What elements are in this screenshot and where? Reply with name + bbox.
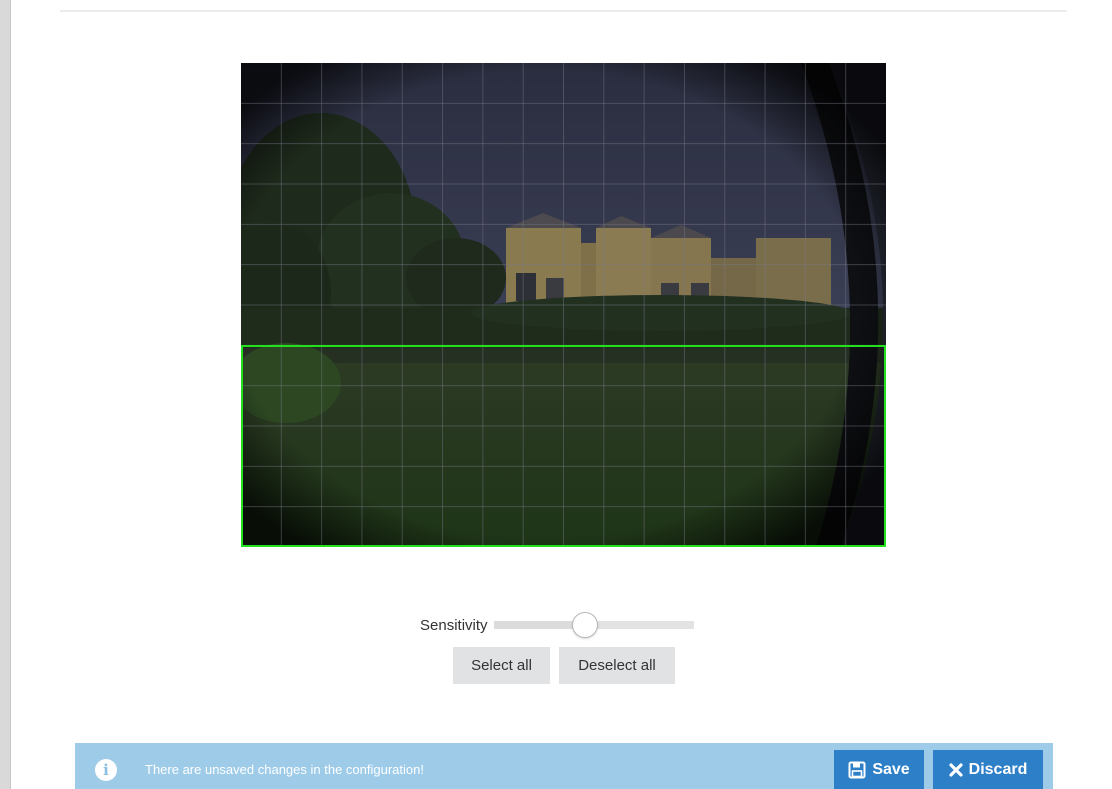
top-divider bbox=[60, 10, 1067, 12]
sensitivity-slider-fill bbox=[493, 621, 584, 629]
floppy-disk-icon bbox=[848, 761, 866, 778]
camera-preview[interactable] bbox=[241, 63, 886, 547]
save-button-label: Save bbox=[872, 760, 910, 778]
save-button[interactable]: Save bbox=[834, 750, 924, 789]
discard-button[interactable]: Discard bbox=[933, 750, 1043, 789]
sensitivity-label: Sensitivity bbox=[420, 616, 488, 634]
left-scrollbar-edge bbox=[0, 0, 11, 789]
sensitivity-slider-handle[interactable] bbox=[571, 612, 598, 638]
discard-button-label: Discard bbox=[968, 760, 1028, 778]
info-icon: i bbox=[95, 759, 117, 781]
unsaved-changes-message: There are unsaved changes in the configu… bbox=[145, 762, 424, 777]
close-icon bbox=[949, 762, 963, 777]
deselect-all-button[interactable]: Deselect all bbox=[559, 647, 675, 684]
select-all-button[interactable]: Select all bbox=[453, 647, 550, 684]
sensitivity-control: Sensitivity bbox=[420, 612, 694, 638]
selected-motion-zone[interactable] bbox=[241, 345, 886, 547]
sensitivity-slider[interactable] bbox=[493, 612, 694, 638]
